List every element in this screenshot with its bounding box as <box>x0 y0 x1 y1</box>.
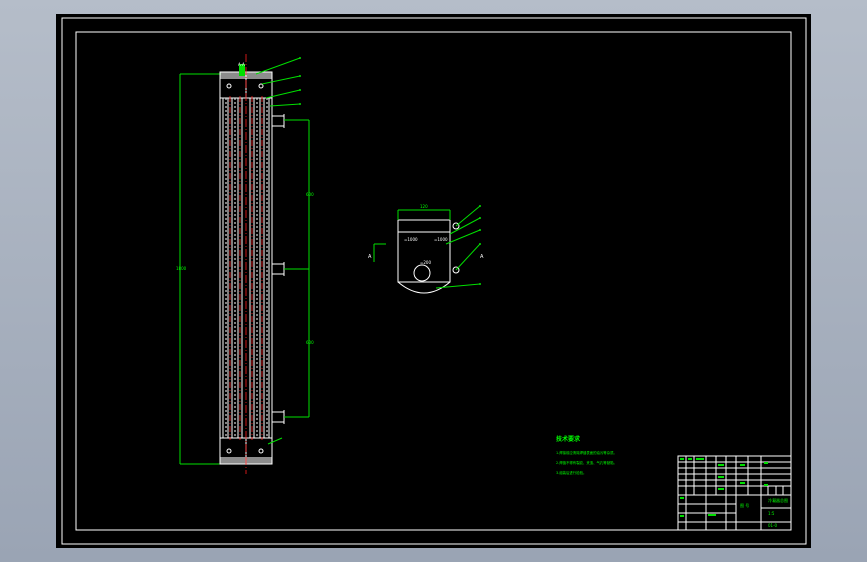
svg-text:600: 600 <box>306 192 314 197</box>
svg-text:1800: 1800 <box>176 266 187 271</box>
drawing-canvas: 1800 600 600 A-A 120 A =1000 =1000 =200 … <box>61 17 807 545</box>
drawing-name: 冷凝器总图 <box>768 497 788 503</box>
tech-requirement-2: 2.焊缝不得有裂纹、夹渣、气孔等缺陷。 <box>556 460 617 465</box>
tech-requirement-1: 1.焊接前应清除焊缝表面的油污等杂质。 <box>556 450 617 455</box>
svg-text:600: 600 <box>306 340 314 345</box>
main-elevation-view: 1800 600 600 A-A <box>176 54 314 474</box>
svg-text:=200: =200 <box>420 260 431 265</box>
section-view: 120 A =1000 =1000 =200 A <box>368 204 484 294</box>
tech-requirement-3: 3.组装后进行检验。 <box>556 470 586 475</box>
svg-text:120: 120 <box>420 204 428 209</box>
material-label: 图 号 <box>740 502 749 508</box>
svg-text:A: A <box>480 254 484 260</box>
tech-requirements: 技术要求 1.焊接前应清除焊缝表面的油污等杂质。 2.焊缝不得有裂纹、夹渣、气孔… <box>556 435 617 475</box>
sheet-code: 01-0 <box>768 523 778 528</box>
inner-border <box>75 31 792 531</box>
drawing-sheet[interactable]: 1800 600 600 A-A 120 A =1000 =1000 =200 … <box>56 14 811 548</box>
tech-requirements-title: 技术要求 <box>556 435 581 443</box>
svg-text:=1000: =1000 <box>434 237 448 242</box>
cad-viewport[interactable]: 1800 600 600 A-A 120 A =1000 =1000 =200 … <box>0 0 867 562</box>
scale-label: 1:5 <box>768 511 775 516</box>
title-block: 冷凝器总图 图 号 1:5 01-0 <box>677 455 792 531</box>
svg-text:A: A <box>368 254 372 260</box>
svg-text:=1000: =1000 <box>404 237 418 242</box>
svg-text:A-A: A-A <box>238 62 245 67</box>
